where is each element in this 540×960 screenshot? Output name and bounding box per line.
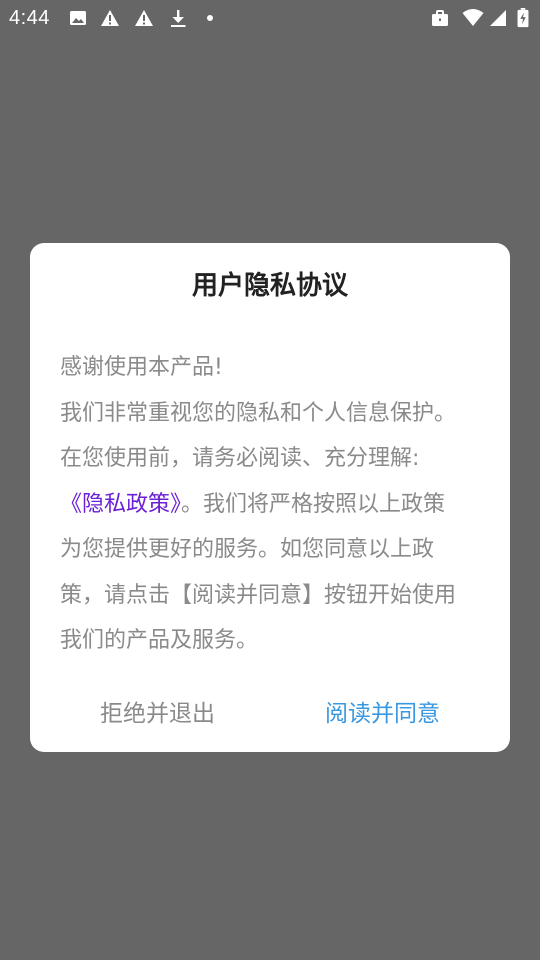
body-line-with-link: 《隐私政策》。我们将严格按照以上政策 — [60, 482, 490, 528]
download-icon — [168, 8, 188, 28]
body-line: 感谢使用本产品! — [60, 355, 223, 380]
briefcase-icon — [430, 8, 450, 28]
warning-icon — [134, 8, 154, 28]
warning-icon — [100, 8, 120, 28]
dialog-title: 用户隐私协议 — [191, 271, 348, 301]
body-line: 我们非常重视您的隐私和个人信息保护。 — [60, 400, 457, 426]
body-line: 策，请点击【阅读并同意】按钮开始使用 — [60, 582, 457, 608]
signal-icon — [488, 8, 508, 28]
dot-icon — [200, 8, 220, 28]
status-time: 4:44 — [9, 7, 50, 29]
read-and-agree-button[interactable]: 阅读并同意 — [285, 693, 480, 735]
body-line: 在您使用前，请务必阅读、充分理解: — [60, 446, 420, 471]
privacy-policy-link[interactable]: 《隐私政策》 — [60, 492, 181, 517]
body-line: 为您提供更好的服务。如您同意以上政 — [60, 537, 435, 562]
body-line: 我们的产品及服务。 — [60, 628, 259, 653]
dialog-body: 感谢使用本产品! 我们非常重视您的隐私和个人信息保护。 在您使用前，请务必阅读、… — [60, 345, 490, 664]
wifi-icon — [462, 8, 484, 28]
body-line-rest: 。我们将严格按照以上政策 — [181, 491, 446, 517]
battery-charging-icon — [516, 8, 530, 28]
status-bar: 4:44 — [0, 0, 540, 36]
reject-and-exit-button[interactable]: 拒绝并退出 — [60, 693, 255, 735]
image-icon — [68, 8, 88, 28]
